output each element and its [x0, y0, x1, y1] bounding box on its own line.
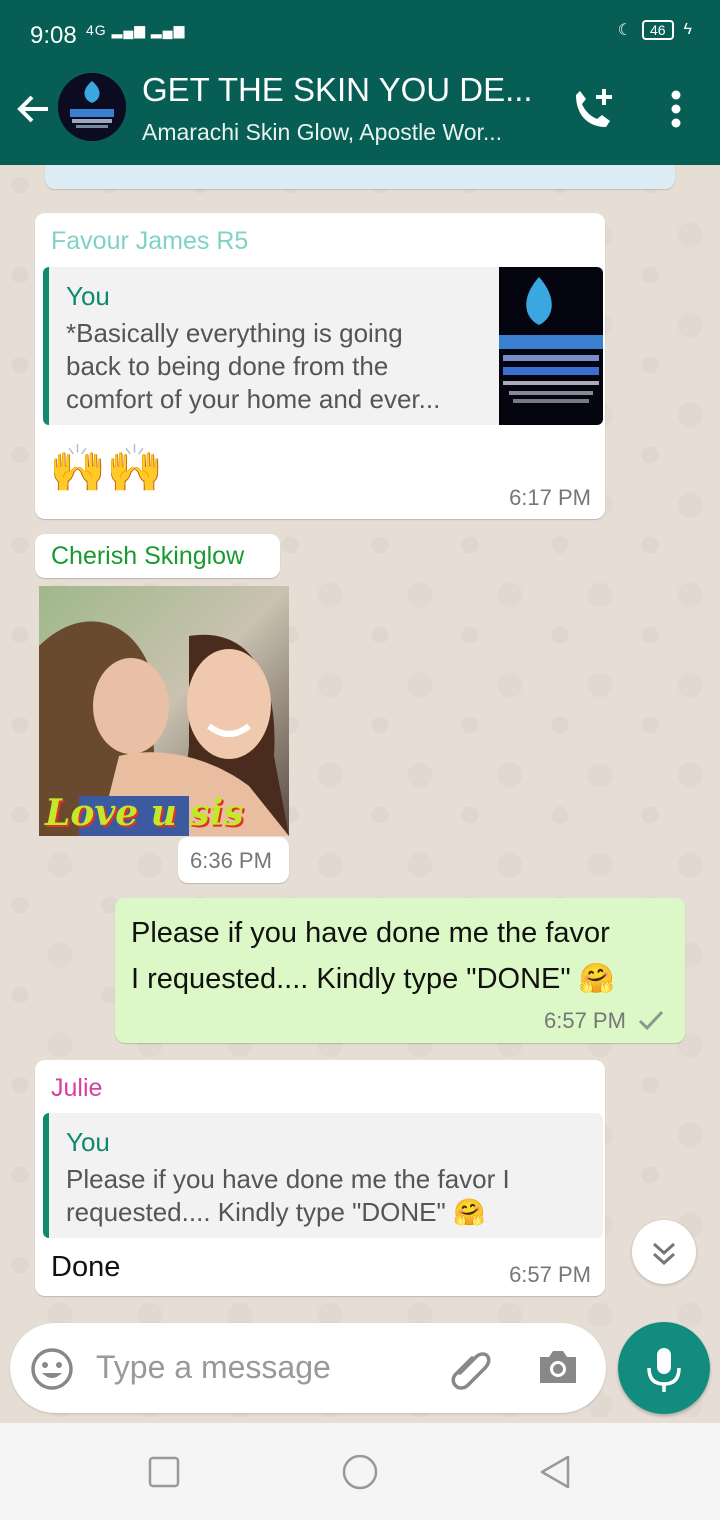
message-line: I requested.... Kindly type "DONE" 🤗	[131, 963, 615, 995]
message-time: 6:36 PM	[190, 848, 272, 873]
back-button[interactable]	[14, 89, 54, 129]
phone-plus-icon	[576, 89, 612, 127]
microphone-icon	[647, 1348, 681, 1392]
network-indicator: 4G ▂▄▆ ▂▄▆	[86, 22, 185, 39]
signal-icon: ▂▄▆ ▂▄▆	[111, 22, 186, 38]
image-time-badge: 6:36 PM	[178, 837, 289, 883]
system-navigation-bar	[0, 1423, 720, 1520]
logo-thumbnail-icon	[499, 277, 603, 403]
sender-name: Julie	[51, 1074, 103, 1102]
message-input[interactable]: Type a message	[96, 1349, 331, 1386]
quote-author: You	[66, 281, 110, 311]
previous-message-text: link	[345, 165, 372, 170]
voice-record-button[interactable]	[618, 1322, 710, 1414]
camera-icon[interactable]	[536, 1347, 580, 1387]
chat-area[interactable]: link Favour James R5 You *Basically ever…	[0, 165, 720, 1423]
sender-name: Favour James R5	[51, 227, 249, 255]
group-members[interactable]: Amarachi Skin Glow, Apostle Wor...	[142, 119, 502, 146]
more-options-button[interactable]	[656, 85, 696, 135]
more-vertical-icon	[671, 90, 681, 128]
scroll-to-bottom-button[interactable]	[632, 1220, 696, 1284]
message-bubble[interactable]: Julie You Please if you have done me the…	[35, 1060, 605, 1296]
status-right: ☾ 46 ϟ	[618, 20, 692, 40]
quoted-message[interactable]: You *Basically everything is going back …	[43, 267, 603, 425]
chat-header: GET THE SKIN YOU DE... Amarachi Skin Glo…	[0, 53, 720, 165]
message-time: 6:17 PM	[509, 485, 591, 510]
moon-icon: ☾	[617, 22, 632, 39]
quote-line: *Basically everything is going	[66, 318, 403, 348]
back-arrow-icon	[17, 95, 48, 123]
recent-apps-icon[interactable]	[148, 1456, 180, 1488]
network-type: 4G	[86, 22, 107, 38]
sender-bubble: Cherish Skinglow	[35, 534, 280, 578]
outgoing-message[interactable]: Please if you have done me the favor I r…	[115, 898, 685, 1043]
message-bubble[interactable]: Favour James R5 You *Basically everythin…	[35, 213, 605, 519]
add-call-button[interactable]	[566, 85, 622, 135]
quote-line: Please if you have done me the favor I	[66, 1164, 510, 1194]
image-caption: Love u sis	[45, 792, 244, 834]
home-icon[interactable]	[342, 1454, 378, 1490]
battery-level: 46	[641, 20, 674, 40]
message-time: 6:57 PM	[544, 1008, 626, 1033]
quote-thumbnail	[499, 267, 603, 425]
status-bar: 9:08 4G ▂▄▆ ▂▄▆ ☾ 46 ϟ	[0, 0, 720, 53]
check-icon	[638, 1010, 664, 1031]
quote-author: You	[66, 1127, 110, 1157]
sender-name: Cherish Skinglow	[51, 542, 245, 570]
message-line: Please if you have done me the favor	[131, 917, 610, 949]
charging-icon: ϟ	[683, 21, 692, 38]
message-text: Done	[51, 1251, 121, 1283]
quote-line: back to being done from the	[66, 351, 389, 381]
quote-line: requested.... Kindly type "DONE" 🤗	[66, 1197, 486, 1227]
shared-image[interactable]: Love u sis	[39, 586, 289, 836]
message-composer: Type a message	[10, 1323, 606, 1413]
group-title[interactable]: GET THE SKIN YOU DE...	[142, 71, 533, 109]
previous-message: link	[45, 165, 675, 189]
emoji-text: 🙌🙌	[49, 442, 164, 494]
logo-icon	[58, 73, 126, 141]
back-nav-icon[interactable]	[538, 1454, 572, 1490]
status-time: 9:08	[30, 22, 77, 49]
message-time: 6:57 PM	[509, 1262, 591, 1287]
attach-icon[interactable]	[448, 1345, 494, 1391]
quote-line: comfort of your home and ever...	[66, 384, 441, 414]
double-chevron-down-icon	[652, 1242, 676, 1266]
quoted-message[interactable]: You Please if you have done me the favor…	[43, 1113, 603, 1238]
emoji-icon[interactable]	[30, 1347, 74, 1391]
group-avatar[interactable]	[58, 73, 126, 141]
